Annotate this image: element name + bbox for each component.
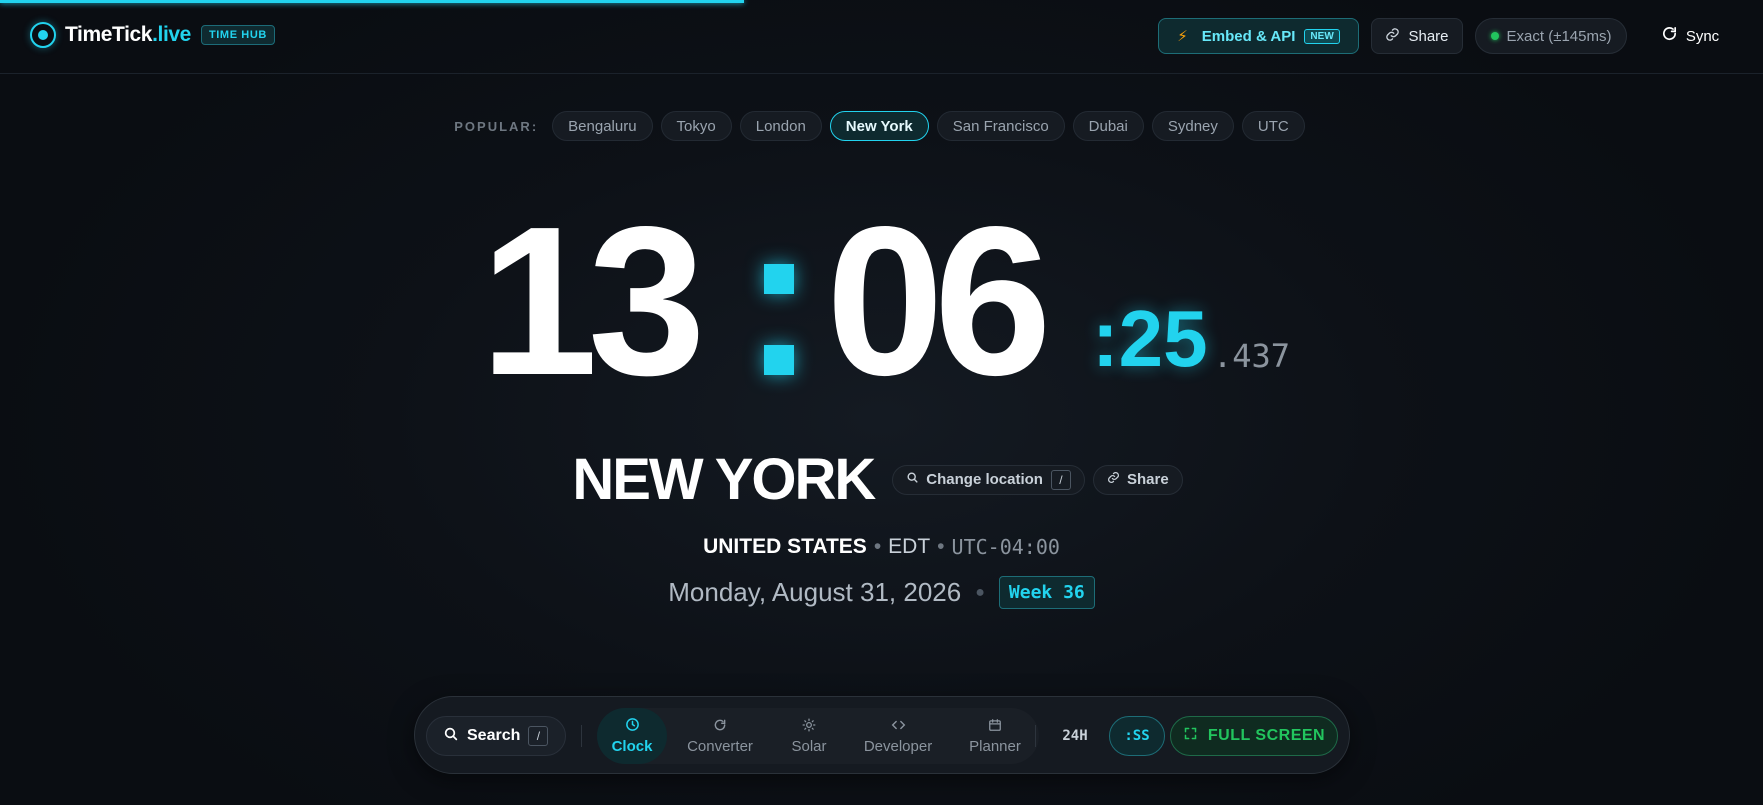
dock-search-button[interactable]: Search / <box>426 716 566 756</box>
city-chip-utc[interactable]: UTC <box>1241 111 1305 141</box>
separator-dot: ● <box>975 583 985 601</box>
location-row: NEW YORK Change location / Share <box>0 446 1763 513</box>
refresh-icon <box>713 718 727 735</box>
lightning-icon: ⚡ <box>1177 28 1188 45</box>
popular-label: POPULAR: <box>454 118 539 134</box>
city-name: NEW YORK <box>572 447 876 512</box>
fullscreen-button[interactable]: FULL SCREEN <box>1170 716 1338 756</box>
brand-logo[interactable]: TimeTick.live TIME HUB <box>30 22 275 48</box>
calendar-icon <box>988 718 1002 735</box>
city-chip-new-york[interactable]: New York <box>829 111 929 141</box>
dock-divider <box>581 725 582 747</box>
city-chip-dubai[interactable]: Dubai <box>1072 111 1144 141</box>
dock-divider <box>1035 725 1036 747</box>
tab-converter[interactable]: Converter <box>667 708 773 764</box>
sun-icon <box>802 718 816 735</box>
clock-colon <box>756 196 796 406</box>
format-24h-toggle[interactable]: 24H <box>1055 716 1095 756</box>
city-chip-bengaluru[interactable]: Bengaluru <box>552 111 653 141</box>
popular-cities-bar: POPULAR: Bengaluru Tokyo London New York… <box>0 111 1763 141</box>
date-row: Monday, August 31, 2026 ● Week 36 <box>0 576 1763 609</box>
location-share-button[interactable]: Share <box>1092 464 1183 495</box>
clock-minutes: 06 <box>826 182 1052 419</box>
clock-seconds: :25 <box>1092 294 1208 383</box>
main-clock: 13 06 :25 .437 <box>480 182 1300 419</box>
separator-dot: • <box>937 535 945 558</box>
new-badge: NEW <box>1304 28 1340 44</box>
separator-dot: • <box>873 535 882 558</box>
seconds-toggle[interactable]: :SS <box>1109 716 1165 756</box>
timezone-abbr: EDT <box>888 535 931 558</box>
tab-clock[interactable]: Clock <box>597 708 667 764</box>
search-icon <box>906 471 919 488</box>
week-badge: Week 36 <box>998 576 1095 609</box>
tab-planner[interactable]: Planner <box>951 708 1039 764</box>
brand-tag-badge: TIME HUB <box>200 25 275 45</box>
header-share-button[interactable]: Share <box>1371 18 1463 54</box>
city-chip-tokyo[interactable]: Tokyo <box>660 111 732 141</box>
status-dot-icon <box>1490 32 1499 40</box>
brand-name: TimeTick.live <box>65 23 191 46</box>
link-icon <box>1107 471 1120 488</box>
city-chip-sydney[interactable]: Sydney <box>1151 111 1234 141</box>
app-header: TimeTick.live TIME HUB ⚡ Embed & API NEW… <box>0 0 1763 74</box>
clock-milliseconds: .437 <box>1213 337 1291 375</box>
city-chip-san-francisco[interactable]: San Francisco <box>936 111 1065 141</box>
refresh-icon <box>1661 25 1678 47</box>
brand-dot-icon <box>30 22 56 48</box>
current-date: Monday, August 31, 2026 <box>668 577 962 607</box>
fullscreen-icon <box>1183 726 1198 746</box>
change-location-button[interactable]: Change location / <box>892 464 1085 495</box>
city-chip-london[interactable]: London <box>739 111 822 141</box>
country-name: UNITED STATES <box>703 535 867 558</box>
link-icon <box>1385 27 1400 46</box>
timezone-meta: UNITED STATES • EDT • UTC-04:00 <box>0 535 1763 559</box>
dock-tabs: Clock Converter Solar Developer Planner <box>597 708 1039 764</box>
sync-button[interactable]: Sync <box>1640 18 1740 54</box>
tab-solar[interactable]: Solar <box>773 708 845 764</box>
bottom-dock: Search / Clock Converter Solar Developer… <box>414 696 1350 774</box>
embed-api-button[interactable]: ⚡ Embed & API NEW <box>1158 18 1359 54</box>
shortcut-key: / <box>528 726 549 746</box>
clock-icon <box>625 717 640 735</box>
shortcut-key: / <box>1050 469 1071 490</box>
tab-developer[interactable]: Developer <box>845 708 951 764</box>
utc-offset: UTC-04:00 <box>951 535 1060 559</box>
search-icon <box>443 726 459 747</box>
clock-hours: 13 <box>480 182 706 419</box>
sync-accuracy-status[interactable]: Exact (±145ms) <box>1475 18 1627 54</box>
code-icon <box>891 718 906 735</box>
